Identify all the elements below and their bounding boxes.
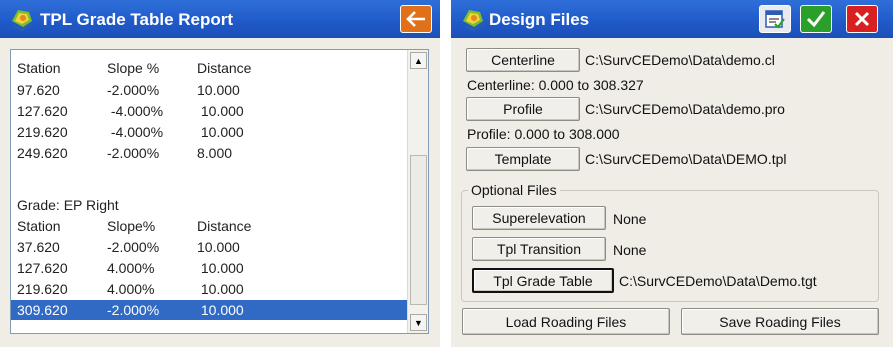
- tpl-grade-table-path: C:\SurvCEDemo\Data\Demo.tgt: [619, 273, 817, 289]
- tpl-transition-value: None: [613, 242, 647, 258]
- design-title-bar: Design Files: [451, 0, 893, 38]
- back-button[interactable]: [400, 5, 432, 33]
- selected-list-item[interactable]: 309.620 -2.000% 10.000: [11, 300, 407, 320]
- superelevation-button[interactable]: Superelevation: [472, 206, 606, 230]
- report-title: TPL Grade Table Report: [40, 10, 234, 29]
- distance-cell: Distance: [197, 60, 252, 76]
- distance-cell: 10.000: [197, 82, 240, 98]
- template-path: C:\SurvCEDemo\Data\DEMO.tpl: [585, 151, 787, 167]
- station-cell: Station: [17, 218, 61, 234]
- slope-cell: -2.000%: [107, 239, 160, 255]
- close-x-icon: [854, 11, 870, 27]
- distance-cell: 10.000: [197, 239, 240, 255]
- list-item[interactable]: Station Slope % Distance: [11, 58, 407, 78]
- list-item[interactable]: 97.620 -2.000% 10.000: [11, 80, 407, 100]
- station-cell: 309.620: [17, 302, 68, 318]
- slope-cell: 4.000%: [107, 260, 155, 276]
- close-button[interactable]: [846, 5, 878, 33]
- slope-cell: Slope %: [107, 60, 160, 76]
- load-roading-files-button[interactable]: Load Roading Files: [462, 308, 670, 335]
- station-cell: Grade: EP Right: [17, 197, 119, 213]
- list-item[interactable]: 37.620 -2.000% 10.000: [11, 237, 407, 257]
- app-logo-icon: [12, 10, 33, 32]
- distance-cell: 10.000: [197, 281, 244, 297]
- design-files-window: Design Files Centerline C:\SurvCEDemo\Da…: [451, 0, 893, 347]
- report-title-bar: TPL Grade Table Report: [0, 0, 440, 38]
- notes-button[interactable]: [759, 5, 791, 33]
- report-scrollbar[interactable]: ▲ ▼: [407, 50, 428, 333]
- centerline-button[interactable]: Centerline: [466, 48, 580, 72]
- design-title: Design Files: [489, 10, 590, 29]
- slope-cell: -2.000%: [107, 145, 160, 161]
- profile-button[interactable]: Profile: [466, 97, 580, 121]
- station-cell: 127.620: [17, 260, 68, 276]
- ok-button[interactable]: [800, 5, 832, 33]
- list-item[interactable]: Grade: EP Right: [11, 195, 407, 215]
- scroll-down-icon[interactable]: ▼: [410, 314, 427, 331]
- list-item[interactable]: 127.620 -4.000% 10.000: [11, 101, 407, 121]
- distance-cell: 10.000: [197, 260, 244, 276]
- station-cell: 219.620: [17, 124, 68, 140]
- tpl-transition-button[interactable]: Tpl Transition: [472, 237, 606, 261]
- station-cell: 97.620: [17, 82, 60, 98]
- distance-cell: Distance: [197, 218, 252, 234]
- profile-path: C:\SurvCEDemo\Data\demo.pro: [585, 101, 785, 117]
- station-cell: 37.620: [17, 239, 60, 255]
- scroll-up-icon[interactable]: ▲: [410, 52, 427, 69]
- checkmark-icon: [806, 11, 826, 28]
- slope-cell: 4.000%: [107, 281, 155, 297]
- distance-cell: 10.000: [197, 103, 244, 119]
- station-cell: 127.620: [17, 103, 68, 119]
- slope-cell: -4.000%: [107, 103, 164, 119]
- distance-cell: 8.000: [197, 145, 233, 161]
- app-logo-icon: [463, 10, 484, 32]
- slope-cell: -2.000%: [107, 302, 160, 318]
- centerline-path: C:\SurvCEDemo\Data\demo.cl: [585, 52, 775, 68]
- list-item[interactable]: Station Slope% Distance: [11, 216, 407, 236]
- station-cell: 219.620: [17, 281, 68, 297]
- tpl-grade-table-button[interactable]: Tpl Grade Table: [472, 268, 614, 293]
- station-cell: 249.620: [17, 145, 68, 161]
- slope-cell: -4.000%: [107, 124, 164, 140]
- back-arrow-icon: [406, 11, 425, 27]
- notepad-icon: [765, 10, 785, 29]
- list-item[interactable]: 249.620 -2.000% 8.000: [11, 143, 407, 163]
- slope-cell: Slope%: [107, 218, 156, 234]
- superelevation-value: None: [613, 211, 647, 227]
- distance-cell: 10.000: [197, 302, 244, 318]
- save-roading-files-button[interactable]: Save Roading Files: [681, 308, 879, 335]
- list-item[interactable]: 127.620 4.000% 10.000: [11, 258, 407, 278]
- template-button[interactable]: Template: [466, 147, 580, 171]
- list-item[interactable]: 219.620 4.000% 10.000: [11, 279, 407, 299]
- slope-cell: -2.000%: [107, 82, 160, 98]
- grade-report-list[interactable]: Station Slope % Distance 97.620 -2.000% 10.00…: [10, 49, 429, 334]
- optional-files-legend: Optional Files: [471, 182, 557, 198]
- grade-report-window: TPL Grade Table Report Station Slope % Dis…: [0, 0, 440, 347]
- profile-range: Profile: 0.000 to 308.000: [467, 126, 620, 142]
- centerline-range: Centerline: 0.000 to 308.327: [467, 77, 644, 93]
- distance-cell: 10.000: [197, 124, 244, 140]
- station-cell: Station: [17, 60, 61, 76]
- list-item[interactable]: 219.620 -4.000% 10.000: [11, 122, 407, 142]
- scroll-thumb[interactable]: [410, 155, 427, 305]
